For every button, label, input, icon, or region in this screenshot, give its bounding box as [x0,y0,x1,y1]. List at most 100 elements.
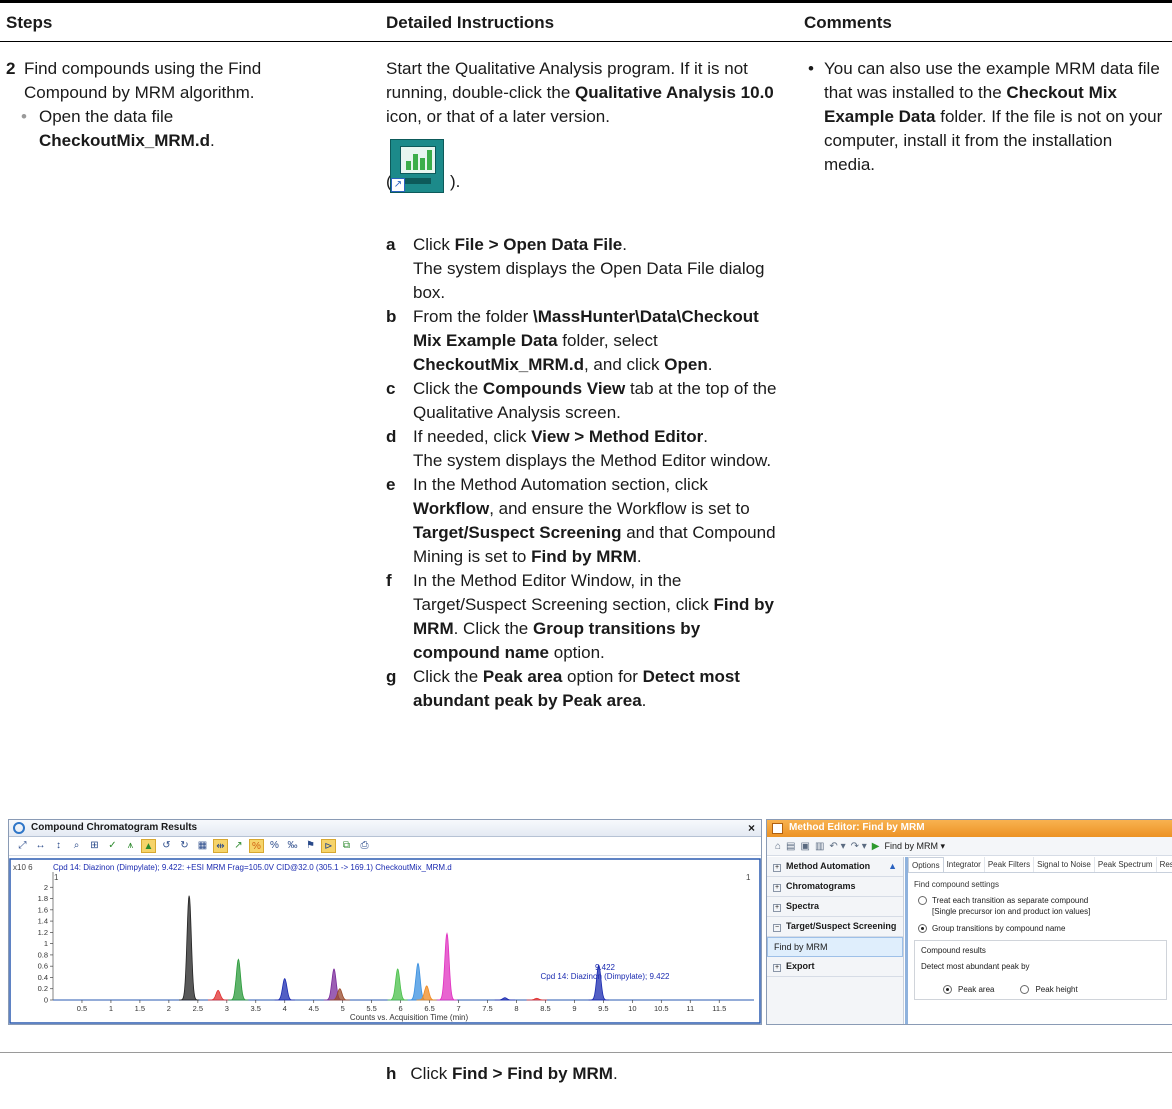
percent-icon[interactable]: % [249,839,264,853]
run-icon[interactable]: ▶ [872,841,880,852]
compound-chromatogram-window: Compound Chromatogram Results × ⤢ ↔ ↕ ⌕ … [8,819,762,1025]
section-chromatograms[interactable]: + Chromatograms [767,877,903,897]
redo-icon[interactable]: ↷ ▾ [851,841,867,852]
group-transitions-option[interactable]: Group transitions by compound name [918,923,1167,934]
x-tick-label: 5.5 [366,1004,376,1013]
x-tick-label: 10.5 [654,1004,669,1013]
y-tick-label: 2 [44,883,48,892]
autoscale-icon[interactable]: ⊞ [87,839,102,853]
y-tick-label: 0.4 [38,973,48,982]
section-export[interactable]: + Export [767,957,903,977]
chromatogram-toolbar: ⤢ ↔ ↕ ⌕ ⊞ ✓ ⩚ ▲ ↺ ↻ ▦ ⇹ ↗ % % ‰ ⚑ ⊳ ⧉ ⎙ [9,837,761,856]
compound-results-group: Compound results Detect most abundant pe… [914,940,1167,1000]
x-tick-label: 2 [167,1004,171,1013]
list-item: e In the Method Automation section, clic… [386,475,776,566]
tab-signal-to-noise[interactable]: Signal to Noise [1034,857,1095,872]
header-rule [0,41,1172,42]
trace-header-label: Cpd 14: Diazinon (Dimpylate); 9.422: +ES… [53,863,452,872]
peak-icon[interactable]: ⩚ [123,839,138,853]
x-tick-label: 8 [514,1004,518,1013]
x-tick-label: 11.5 [712,1004,726,1013]
x-tick-label: 3 [225,1004,229,1013]
integrate-icon[interactable]: ✓ [105,839,120,853]
treat-each-transition-option[interactable]: Treat each transition as separate compou… [918,895,1167,917]
x-tick-label: 0.5 [77,1004,87,1013]
bullet-icon: • [21,107,27,126]
x-tick-label: 6 [399,1004,403,1013]
section-item-find-by-mrm[interactable]: Find by MRM [767,937,903,957]
method-editor-toolbar: ⌂ ▤ ▣ ▥ ↶ ▾ ↷ ▾ ▶ Find by MRM ▾ [767,837,1172,856]
list-item: a Click File > Open Data File. The syste… [386,235,765,302]
save-method-icon[interactable]: ▣ [801,841,810,852]
print-icon[interactable]: ⎙ [357,839,372,853]
x-tick-label: 2.5 [193,1004,203,1013]
overlay-icon[interactable]: ⇹ [213,839,228,853]
peak-label-rt: 9.422 [595,963,616,972]
peak-height-option[interactable]: Peak height [1020,984,1078,995]
undo-icon[interactable]: ↺ [159,839,174,853]
tab-integrator[interactable]: Integrator [944,857,985,872]
copy-icon[interactable]: ⧉ [339,839,354,853]
section-method-automation[interactable]: + Method Automation ▲ [767,857,903,877]
comment-cell: • You can also use the example MRM data … [808,59,1163,174]
step-number: 2 [6,59,16,78]
step-sub-bullet: • Open the data file CheckoutMix_MRM.d. [21,107,215,150]
x-tick-label: 10 [628,1004,636,1013]
section-spectra[interactable]: + Spectra [767,897,903,917]
method-editor-title-bar: Method Editor: Find by MRM [767,820,1172,837]
method-editor-window: Method Editor: Find by MRM ⌂ ▤ ▣ ▥ ↶ ▾ ↷… [766,819,1172,1025]
save-as-icon[interactable]: ▥ [815,841,824,852]
pan-vertical-icon[interactable]: ↕ [51,839,66,853]
find-by-mrm-dropdown[interactable]: Find by MRM ▾ [884,841,945,852]
pan-horizontal-icon[interactable]: ↔ [33,839,48,853]
peak-fill-icon[interactable]: ▲ [141,839,156,853]
y-tick-label: 1.6 [38,905,48,914]
radio-icon[interactable] [918,896,927,905]
chromatogram-title-bar: Compound Chromatogram Results × [9,820,761,837]
warning-icon: ▲ [888,861,897,871]
qualitative-analysis-app-icon: ↗ [390,139,444,193]
percent-scale-icon[interactable]: ‰ [285,839,300,853]
close-icon[interactable]: × [748,820,755,836]
detect-label: Detect most abundant peak by [921,962,1030,971]
table-icon[interactable]: ▦ [195,839,210,853]
home-icon[interactable]: ⌂ [775,841,781,852]
tab-peak-filters[interactable]: Peak Filters [985,857,1035,872]
peak-label-name: Cpd 14: Diazinon (Dimpylate); 9.422 [541,972,671,981]
tab-peak-spectrum[interactable]: Peak Spectrum [1095,857,1157,872]
radio-selected-icon[interactable] [918,924,927,933]
section-target-suspect-screening[interactable]: − Target/Suspect Screening [767,917,903,937]
detailed-column-header: Detailed Instructions [386,13,555,32]
left-marker: 1 [54,873,59,882]
anchor-icon[interactable]: ↗ [231,839,246,853]
tab-results[interactable]: Results [1157,857,1172,872]
open-method-icon[interactable]: ▤ [786,841,795,852]
tab-options[interactable]: Options [908,857,944,872]
list-item: g Click the Peak area option for Detect … [386,667,740,710]
y-tick-label: 1.4 [38,917,48,926]
percent-alt-icon[interactable]: % [267,839,282,853]
radio-icon[interactable] [1020,985,1030,994]
step-text: Find compounds using the Find Compound b… [24,59,262,102]
chromatogram-window-icon [13,822,25,834]
list-item: f In the Method Editor Window, in the Ta… [386,571,774,662]
y-exponent-label: x10 6 [13,863,33,872]
y-tick-label: 1 [44,939,48,948]
y-tick-label: 0 [44,996,48,1005]
zoom-out-icon[interactable]: ⤢ [15,839,30,853]
chromatogram-plot[interactable]: x10 6 Cpd 14: Diazinon (Dimpylate); 9.42… [9,858,761,1024]
x-tick-label: 4.5 [308,1004,318,1013]
zoom-icon[interactable]: ⌕ [69,839,84,853]
x-tick-label: 11 [686,1004,694,1013]
app-icon-line: ( ↗ ). [386,139,786,215]
x-tick-label: 5 [341,1004,345,1013]
radio-selected-icon[interactable] [943,985,952,994]
undo-icon[interactable]: ↶ ▾ [829,841,845,852]
step-cell: 2 Find compounds using the Find Compound… [6,57,326,153]
list-item: c Click the Compounds View tab at the to… [386,379,777,422]
spectrum-icon[interactable]: ⊳ [321,839,336,853]
peak-area-option[interactable]: Peak area [943,984,994,995]
redo-icon[interactable]: ↻ [177,839,192,853]
peak-label-icon[interactable]: ⚑ [303,839,318,853]
x-tick-label: 7.5 [482,1004,492,1013]
